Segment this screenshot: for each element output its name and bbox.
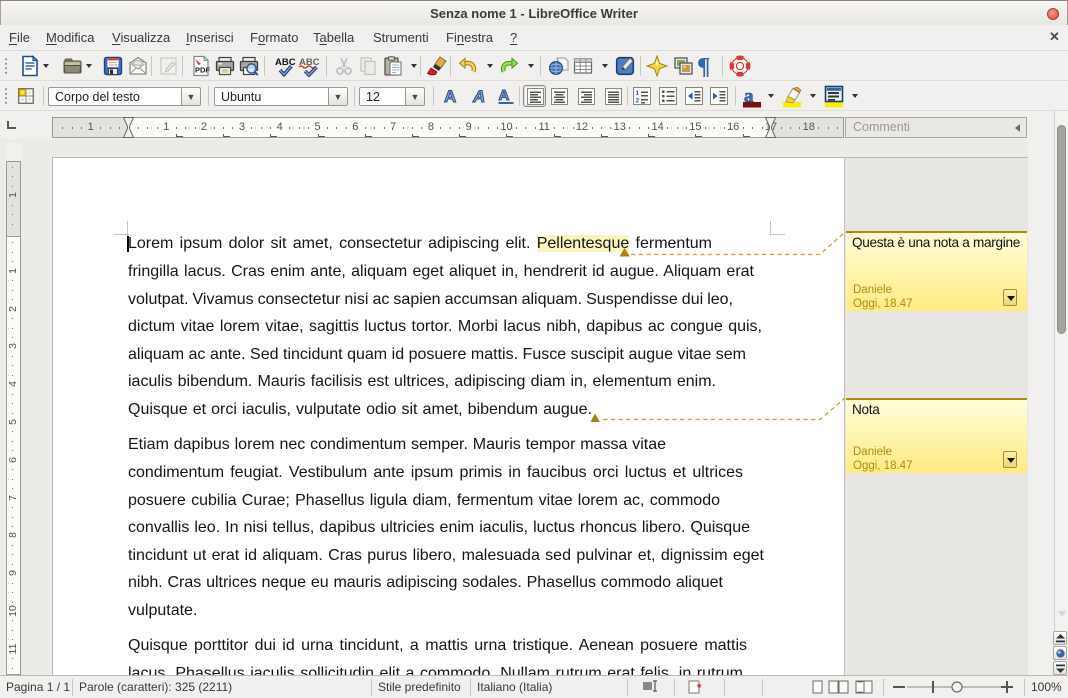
svg-text:a: a — [744, 86, 754, 107]
svg-text:A: A — [472, 87, 485, 106]
svg-text:*: * — [697, 682, 702, 694]
svg-text:ABC: ABC — [275, 57, 296, 68]
svg-text:A: A — [444, 87, 456, 106]
svg-text:A: A — [499, 87, 510, 104]
svg-text:¶: ¶ — [697, 55, 711, 77]
svg-text:2: 2 — [636, 98, 640, 105]
svg-text:1: 1 — [636, 90, 640, 97]
svg-text:PDF: PDF — [195, 66, 210, 75]
